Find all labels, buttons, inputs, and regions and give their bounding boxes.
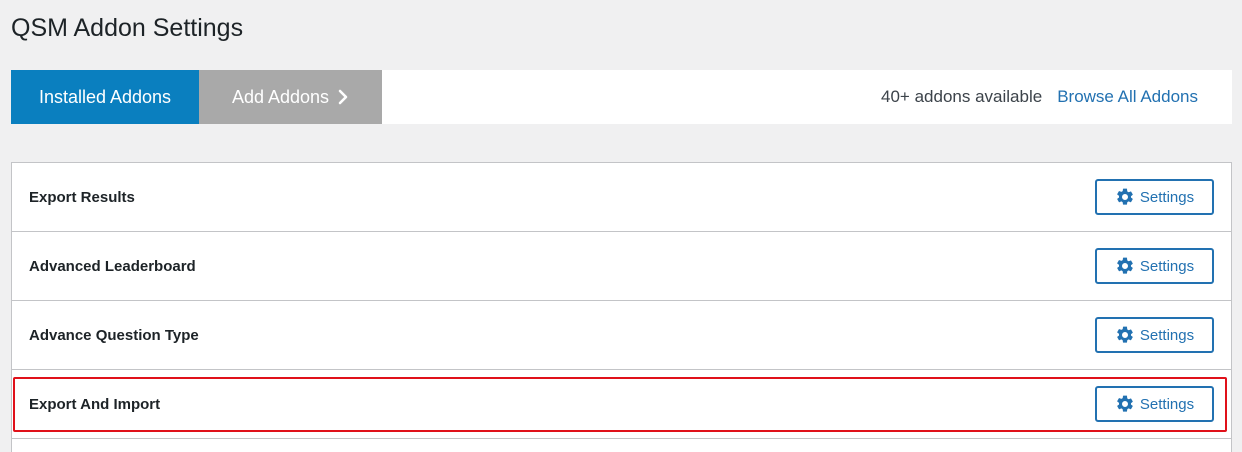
addon-tabbar: Installed Addons Add Addons 40+ addons a… bbox=[11, 70, 1232, 124]
settings-button[interactable]: Settings bbox=[1095, 317, 1214, 353]
gear-icon bbox=[1117, 188, 1133, 205]
page-title: QSM Addon Settings bbox=[11, 14, 244, 42]
settings-button-label: Settings bbox=[1139, 257, 1195, 275]
tab-add-label: Add Addons bbox=[231, 86, 330, 107]
addon-row: Export Results Settings bbox=[12, 163, 1231, 232]
addon-name: Advance Question Type bbox=[29, 326, 199, 344]
gear-icon bbox=[1117, 257, 1133, 274]
addon-list: Export Results Settings Advanced Leaderb… bbox=[11, 162, 1232, 452]
tab-add-addons[interactable]: Add Addons bbox=[199, 70, 382, 124]
addon-name: Export Results bbox=[29, 188, 135, 206]
addon-name: Advanced Leaderboard bbox=[29, 257, 196, 275]
settings-button-label: Settings bbox=[1139, 326, 1195, 344]
addons-available-text: 40+ addons available bbox=[881, 87, 1043, 106]
gear-icon bbox=[1117, 326, 1133, 343]
settings-button-label: Settings bbox=[1139, 188, 1195, 206]
settings-button[interactable]: Settings bbox=[1095, 386, 1214, 422]
chevron-right-icon bbox=[338, 89, 348, 105]
browse-all-addons-link[interactable]: Browse All Addons bbox=[1057, 87, 1198, 107]
gear-icon bbox=[1117, 395, 1133, 412]
tab-installed-label: Installed Addons bbox=[38, 86, 172, 107]
tab-installed-addons[interactable]: Installed Addons bbox=[11, 70, 199, 124]
addon-row: Export And Import Settings bbox=[12, 370, 1231, 439]
addon-name: Export And Import bbox=[29, 395, 161, 413]
settings-button-label: Settings bbox=[1139, 395, 1195, 413]
addon-row: Advance Question Type Settings bbox=[12, 301, 1231, 370]
settings-button[interactable]: Settings bbox=[1095, 179, 1214, 215]
settings-button[interactable]: Settings bbox=[1095, 248, 1214, 284]
addon-row: Advanced Leaderboard Settings bbox=[12, 232, 1231, 301]
tabbar-right: 40+ addons available Browse All Addons bbox=[881, 70, 1232, 124]
